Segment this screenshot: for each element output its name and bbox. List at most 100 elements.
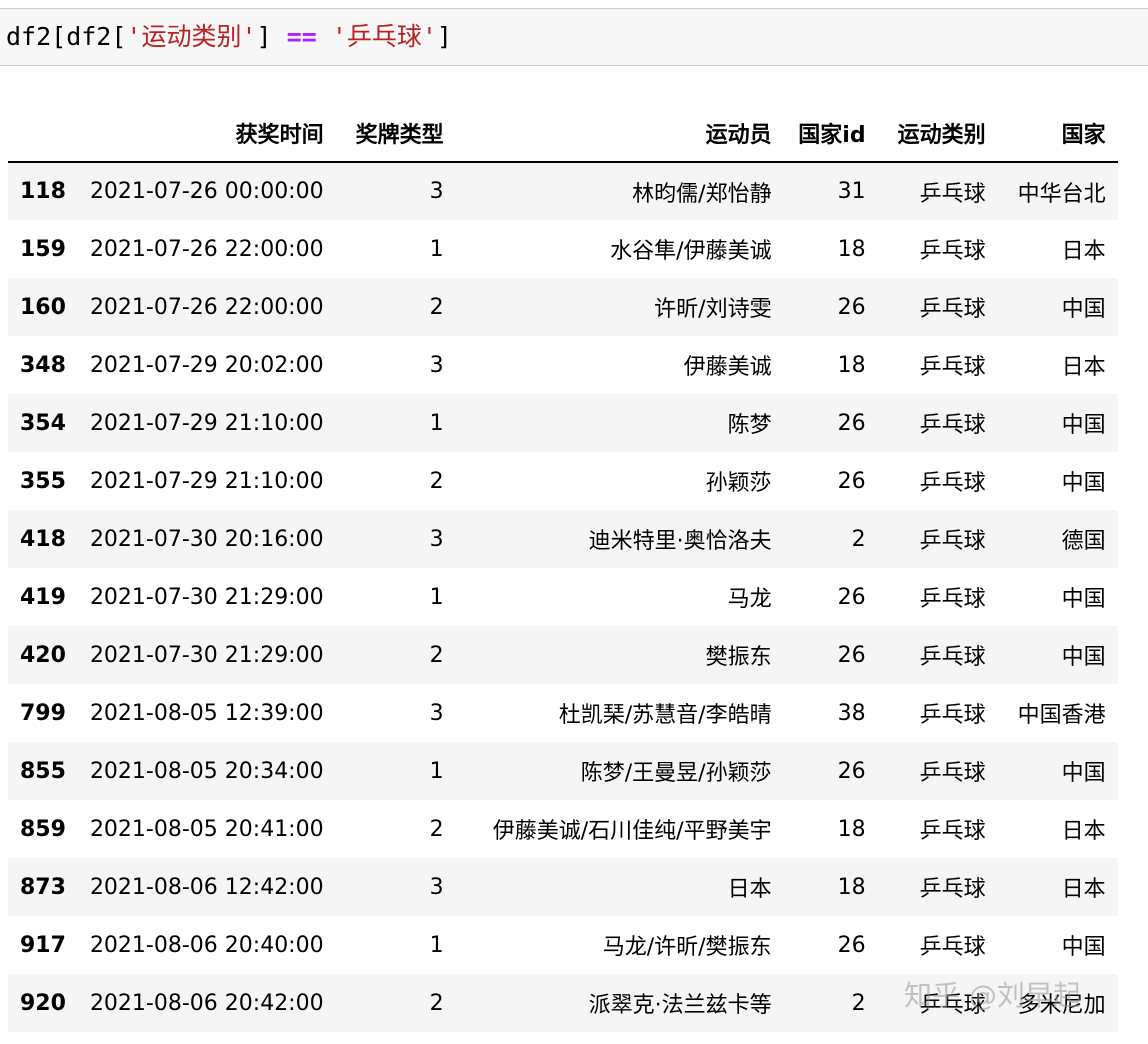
row-index: 118	[20, 179, 66, 204]
cell-medal-type: 3	[429, 874, 444, 900]
cell-country-id: 18	[837, 236, 866, 262]
table-row: 855 2021-08-05 20:34:00 1 陈梦/王曼昱/孙颖莎 26 乒乓球 中国	[8, 742, 1118, 800]
code-string-column: '运动类别'	[126, 22, 257, 51]
row-index: 917	[20, 932, 66, 958]
cell-award-time: 2021-07-29 21:10:00	[89, 410, 324, 436]
table-row: 859 2021-08-05 20:41:00 2 伊藤美诚/石川佳纯/平野美宇 18 乒…	[8, 800, 1118, 858]
cell-award-time: 2021-08-06 20:40:00	[89, 932, 324, 958]
table-row: 160 2021-07-26 22:00:00 2 许昕/刘诗雯 26 乒乓球 中国	[8, 278, 1118, 336]
row-index: 160	[20, 294, 66, 320]
cell-medal-type: 2	[429, 816, 444, 842]
cell-athlete: 伊藤美诚/石川佳纯/平野美宇	[492, 819, 772, 844]
cell-athlete: 水谷隼/伊藤美诚	[610, 239, 772, 264]
cell-country-id: 38	[837, 700, 866, 726]
cell-award-time: 2021-08-05 20:41:00	[89, 816, 324, 842]
cell-medal-type: 3	[429, 526, 444, 552]
cell-country-id: 26	[837, 294, 866, 320]
cell-country: 中国	[1061, 935, 1106, 960]
row-index: 799	[20, 700, 66, 726]
cell-sport: 乒乓球	[919, 239, 986, 264]
header-sport: 运动类别	[877, 104, 998, 163]
dataframe-output: 获奖时间 奖牌类型 运动员 国家id 运动类别 国家 118 2021-07-26…	[8, 104, 1118, 1032]
code-string-value: '乒乓球'	[331, 22, 437, 51]
cell-country: 中国香港	[1017, 703, 1106, 728]
code-line[interactable]: df2[df2['运动类别'] == '乒乓球']	[6, 21, 452, 53]
table-row: 354 2021-07-29 21:10:00 1 陈梦 26 乒乓球 中国	[8, 394, 1118, 452]
cell-country-id: 18	[837, 352, 866, 378]
table-row: 873 2021-08-06 12:42:00 3 日本 18 乒乓球 日本	[8, 858, 1118, 916]
row-index: 419	[20, 584, 66, 610]
cell-athlete: 陈梦	[727, 413, 772, 438]
cell-sport: 乒乓球	[919, 471, 986, 496]
cell-country: 日本	[1061, 239, 1106, 264]
row-index: 920	[20, 990, 66, 1016]
cell-sport: 乒乓球	[919, 355, 986, 380]
cell-sport: 乒乓球	[919, 703, 986, 728]
table-row: 419 2021-07-30 21:29:00 1 马龙 26 乒乓球 中国	[8, 568, 1118, 626]
cell-sport: 乒乓球	[919, 819, 986, 844]
row-index: 354	[20, 410, 66, 436]
row-index: 355	[20, 468, 66, 494]
header-country-id: 国家id	[783, 104, 878, 163]
cell-country-id: 26	[837, 932, 866, 958]
table-row: 917 2021-08-06 20:40:00 1 马龙/许昕/樊振东 26 乒乓球 中国	[8, 916, 1118, 974]
cell-country: 中华台北	[1017, 181, 1106, 207]
cell-award-time: 2021-07-26 22:00:00	[89, 294, 324, 320]
cell-country-id: 18	[837, 874, 866, 900]
row-index: 859	[20, 816, 66, 842]
cell-award-time: 2021-07-30 20:16:00	[89, 526, 324, 552]
cell-athlete: 迪米特里·奥恰洛夫	[588, 529, 772, 554]
table-row: 159 2021-07-26 22:00:00 1 水谷隼/伊藤美诚 18 乒乓球 日本	[8, 220, 1118, 278]
row-index: 348	[20, 352, 66, 378]
cell-medal-type: 2	[429, 642, 444, 668]
header-athlete: 运动员	[455, 104, 784, 163]
cell-country-id: 2	[851, 990, 866, 1016]
cell-medal-type: 3	[429, 700, 444, 726]
table-body: 118 2021-07-26 00:00:00 3 林昀儒/郑怡静 31 乒乓球 中华台北 1…	[8, 162, 1118, 1032]
cell-medal-type: 3	[429, 352, 444, 378]
cell-sport: 乒乓球	[919, 877, 986, 902]
cell-sport: 乒乓球	[919, 935, 986, 960]
cell-country: 中国	[1061, 297, 1106, 322]
cell-medal-type: 1	[429, 758, 444, 784]
cell-country: 中国	[1061, 471, 1106, 496]
cell-country-id: 26	[837, 468, 866, 494]
cell-sport: 乒乓球	[919, 645, 986, 670]
cell-country: 德国	[1061, 529, 1106, 554]
cell-award-time: 2021-07-29 20:02:00	[89, 352, 324, 378]
cell-country-id: 26	[837, 758, 866, 784]
header-country: 国家	[997, 104, 1118, 163]
cell-award-time: 2021-08-05 12:39:00	[89, 700, 324, 726]
cell-athlete: 伊藤美诚	[683, 355, 772, 380]
cell-country-id: 2	[851, 526, 866, 552]
row-index: 159	[20, 236, 66, 262]
cell-athlete: 林昀儒/郑怡静	[632, 181, 772, 207]
header-award-time: 获奖时间	[77, 104, 336, 163]
header-medal-type: 奖牌类型	[335, 104, 456, 163]
code-mid: ]	[256, 22, 287, 51]
cell-medal-type: 2	[429, 294, 444, 320]
code-cell[interactable]: df2[df2['运动类别'] == '乒乓球']	[0, 8, 1148, 66]
cell-award-time: 2021-08-05 20:34:00	[89, 758, 324, 784]
cell-athlete: 樊振东	[705, 645, 772, 670]
cell-medal-type: 3	[429, 179, 444, 204]
cell-athlete: 派翠克·法兰兹卡等	[588, 993, 772, 1018]
code-operator: ==	[286, 22, 317, 51]
cell-sport: 乒乓球	[919, 587, 986, 612]
table-row: 118 2021-07-26 00:00:00 3 林昀儒/郑怡静 31 乒乓球 中华台北	[8, 162, 1118, 220]
cell-award-time: 2021-07-30 21:29:00	[89, 642, 324, 668]
table-row: 420 2021-07-30 21:29:00 2 樊振东 26 乒乓球 中国	[8, 626, 1118, 684]
cell-country: 中国	[1061, 645, 1106, 670]
cell-country: 中国	[1061, 413, 1106, 438]
cell-athlete: 杜凯琹/苏慧音/李皓晴	[558, 703, 772, 728]
cell-country: 日本	[1061, 819, 1106, 844]
row-index: 855	[20, 758, 66, 784]
cell-award-time: 2021-07-30 21:29:00	[89, 584, 324, 610]
cell-award-time: 2021-07-26 00:00:00	[89, 179, 324, 204]
cell-award-time: 2021-07-29 21:10:00	[89, 468, 324, 494]
cell-athlete: 陈梦/王曼昱/孙颖莎	[580, 761, 772, 786]
code-suffix: ]	[436, 22, 452, 51]
cell-medal-type: 1	[429, 410, 444, 436]
table-row: 799 2021-08-05 12:39:00 3 杜凯琹/苏慧音/李皓晴 38 乒乓球 中…	[8, 684, 1118, 742]
